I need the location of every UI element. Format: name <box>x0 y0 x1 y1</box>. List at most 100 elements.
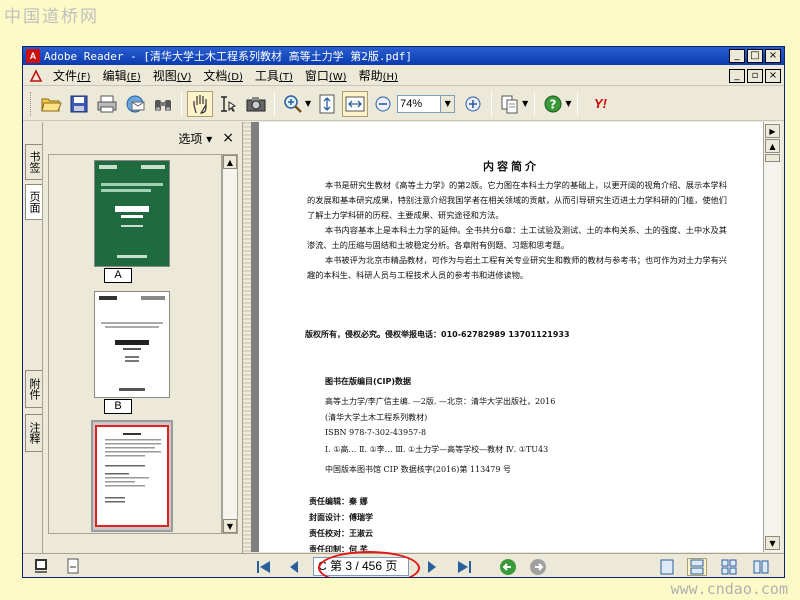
thumbnail-label: B <box>104 399 132 414</box>
toolbar-separator <box>491 91 493 116</box>
page-layout-button[interactable] <box>497 91 523 117</box>
cip-line: (清华大学土木工程系列教材) <box>325 413 428 422</box>
menu-view[interactable]: 视图(V) <box>147 67 198 84</box>
menu-window[interactable]: 窗口(W) <box>299 67 353 84</box>
menu-edit-accel: (E) <box>126 72 141 83</box>
page-thumbnail[interactable] <box>94 160 170 267</box>
zoom-in-button[interactable] <box>460 91 486 117</box>
page-thumbnail[interactable] <box>94 291 170 398</box>
zoom-dropdown-icon[interactable]: ▼ <box>441 94 456 113</box>
fit-height-button[interactable] <box>314 91 340 117</box>
last-page-button[interactable] <box>455 558 473 576</box>
menu-view-label: 视图 <box>152 69 177 83</box>
continuous-view-button[interactable] <box>687 558 707 576</box>
page-heading: 内容简介 <box>483 160 539 173</box>
doc-restore-button[interactable]: ▫ <box>747 68 763 83</box>
page-size-icon[interactable] <box>65 558 81 574</box>
print-button[interactable] <box>94 91 120 117</box>
continuous-facing-view-button[interactable] <box>751 558 771 576</box>
previous-page-button[interactable] <box>285 558 303 576</box>
paragraph: 本书被评为北京市精品教材，可作为与岩土工程有关专业研究生和教师的教材与参考书；也… <box>307 255 727 280</box>
menu-tools[interactable]: 工具(T) <box>249 67 299 84</box>
panel-close-icon[interactable]: × <box>222 130 234 146</box>
email-globe-icon <box>126 95 145 112</box>
document-status-icon[interactable] <box>33 558 49 574</box>
first-page-button[interactable] <box>255 558 273 576</box>
next-view-button[interactable] <box>529 558 547 576</box>
single-page-view-button[interactable] <box>657 558 677 576</box>
close-button[interactable]: × <box>765 49 781 63</box>
adobe-reader-icon: A <box>26 49 40 63</box>
panel-splitter[interactable] <box>243 122 251 554</box>
menu-file[interactable]: 文件(F) <box>47 67 97 84</box>
doc-minimize-button[interactable]: _ <box>729 68 745 83</box>
pdf-page: 内容简介 本书是研究生教材《高等土力学》的第2版。它力图在本科土力学的基础上，以… <box>259 122 763 552</box>
cip-line: 高等土力学/李广信主编. —2版. —北京：清华大学出版社，2016 <box>325 397 556 406</box>
menu-edit[interactable]: 编辑(E) <box>97 67 147 84</box>
scroll-up-icon[interactable]: ▲ <box>223 155 237 169</box>
thumbnail-scrollbar[interactable]: ▲ ▼ <box>222 154 238 534</box>
menu-help[interactable]: 帮助(H) <box>353 67 404 84</box>
menu-document[interactable]: 文档(D) <box>197 67 249 84</box>
help-icon: ? <box>544 95 562 112</box>
page-thumbnails[interactable]: A B <box>48 154 222 534</box>
first-page-icon <box>257 561 270 573</box>
open-button[interactable] <box>38 91 64 117</box>
document-scrollbar[interactable]: ▶ ▲ ▼ <box>763 122 781 552</box>
plus-circle-icon <box>465 96 481 111</box>
camera-icon <box>246 96 266 111</box>
viewport-indicator[interactable] <box>95 425 169 527</box>
tab-attachments[interactable]: 附件 <box>25 370 42 408</box>
zoom-input[interactable]: 74% <box>397 94 442 113</box>
svg-text:?: ? <box>550 97 557 111</box>
floppy-disk-icon <box>70 95 88 112</box>
page-number-field[interactable]: C 第 3 / 456 页 <box>313 557 409 576</box>
scroll-down-icon[interactable]: ▼ <box>223 519 237 533</box>
scroll-right-icon[interactable]: ▶ <box>765 124 780 138</box>
email-button[interactable] <box>122 91 148 117</box>
fit-width-button[interactable] <box>342 90 369 117</box>
toolbar-grip[interactable] <box>30 91 33 116</box>
last-page-icon <box>458 561 471 573</box>
page-thumbnail-current[interactable] <box>91 420 173 532</box>
facing-view-button[interactable] <box>719 558 739 576</box>
watermark-bottom-text: www.cndao.com <box>670 580 788 598</box>
tab-pages[interactable]: 页面 <box>25 184 42 220</box>
select-text-button[interactable] <box>215 91 241 117</box>
credit-line: 封面设计：傅瑞学 <box>309 513 373 522</box>
snapshot-button[interactable] <box>243 91 269 117</box>
title-bar[interactable]: A Adobe Reader - [清华大学土木工程系列教材 高等土力学 第2版… <box>23 47 784 65</box>
minus-circle-icon <box>375 96 391 111</box>
tab-comments[interactable]: 注释 <box>25 414 42 452</box>
scroll-down-icon[interactable]: ▼ <box>765 536 780 550</box>
chevron-down-icon[interactable]: ▼ <box>305 99 311 108</box>
toolbar-separator <box>181 91 182 116</box>
doc-close-button[interactable]: × <box>765 68 781 83</box>
credit-line: 责任印制：何 芊 <box>309 545 368 552</box>
zoom-out-button[interactable] <box>370 91 396 117</box>
open-folder-icon <box>41 98 62 111</box>
status-bar: C 第 3 / 456 页 <box>23 551 784 577</box>
zoom-in-tool-button[interactable] <box>280 91 306 117</box>
maximize-button[interactable]: □ <box>747 49 763 63</box>
yahoo-toolbar-button[interactable]: Y! <box>583 91 617 117</box>
forward-arrow-icon <box>530 559 546 575</box>
minimize-button[interactable]: _ <box>729 49 745 63</box>
chevron-down-icon[interactable]: ▼ <box>565 99 571 108</box>
search-button[interactable] <box>150 91 176 117</box>
watermark-top-text: 中国道桥网 <box>4 7 99 27</box>
chevron-down-icon[interactable]: ▼ <box>522 99 528 108</box>
scroll-thumb[interactable] <box>765 154 780 162</box>
credit-line: 责任校对：王淑云 <box>309 529 373 538</box>
document-view[interactable]: 内容简介 本书是研究生教材《高等土力学》的第2版。它力图在本科土力学的基础上，以… <box>251 122 763 552</box>
document-icon[interactable] <box>28 68 43 83</box>
scroll-up-icon[interactable]: ▲ <box>765 139 780 153</box>
help-button[interactable]: ? <box>540 91 566 117</box>
tab-bookmarks[interactable]: 书签 <box>25 144 42 180</box>
next-page-button[interactable] <box>423 558 441 576</box>
panel-options-button[interactable]: 选项 ▾ <box>178 130 212 147</box>
hand-tool-button[interactable] <box>187 90 213 117</box>
menu-file-label: 文件 <box>53 69 78 83</box>
save-button[interactable] <box>66 91 92 117</box>
previous-view-button[interactable] <box>499 558 517 576</box>
